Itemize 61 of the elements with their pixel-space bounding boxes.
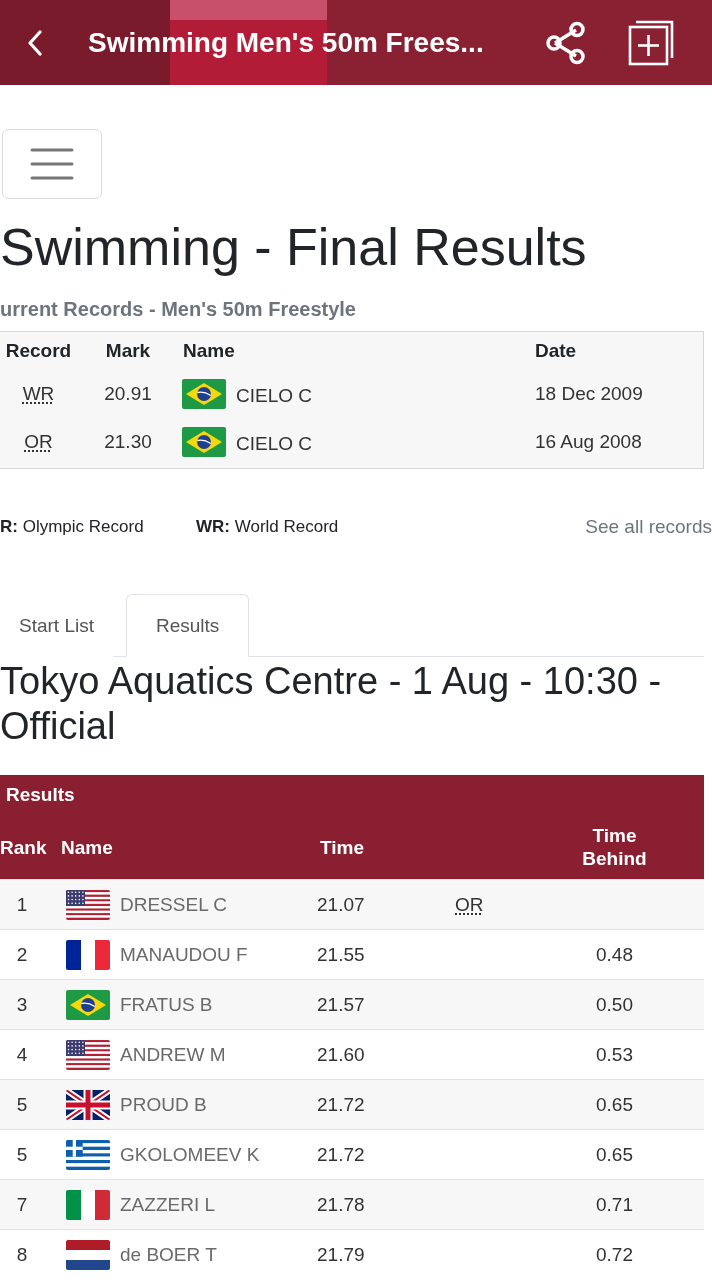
record-abbreviation: OR xyxy=(455,893,484,916)
rank-cell-text: 4 xyxy=(15,1043,29,1066)
column-header: Name xyxy=(182,340,236,362)
see-all-records-link[interactable]: See all records xyxy=(585,516,712,538)
record-abbreviation: WR xyxy=(22,383,55,405)
time-behind-cell-text: 0.50 xyxy=(595,993,634,1016)
time-behind-cell-text: 0.48 xyxy=(595,943,634,966)
time-cell-text: 21.72 xyxy=(316,1143,366,1166)
record-mark: 21.30 xyxy=(103,431,153,453)
menu-button[interactable] xyxy=(2,129,102,199)
athlete-name: GKOLOMEEV K xyxy=(120,1143,260,1166)
athlete-name: ZAZZERI L xyxy=(120,1193,215,1216)
column-header: Date xyxy=(534,340,578,362)
time-cell-text: 21.57 xyxy=(316,993,366,1016)
athlete-name: DRESSEL C xyxy=(120,893,227,916)
column-header: Time xyxy=(319,835,365,859)
header-title: Swimming Men's 50m Frees... xyxy=(88,26,485,59)
legend-text: R: Olympic Record xyxy=(0,517,145,537)
rank-cell-text: 2 xyxy=(15,943,29,966)
record-date: 18 Dec 2009 xyxy=(534,383,644,405)
time-cell-text: 21.72 xyxy=(316,1093,366,1116)
time-cell-text: 21.79 xyxy=(316,1243,366,1266)
time-behind-cell-text: 0.65 xyxy=(595,1093,634,1116)
copy-plus-icon xyxy=(628,19,674,66)
results-title: Results xyxy=(5,783,76,807)
athlete-name: CIELO C xyxy=(236,432,313,455)
page-title: Swimming - Final Results xyxy=(0,217,588,277)
records-title: urrent Records - Men's 50m Freestyle xyxy=(0,297,357,321)
rank-cell-text: 1 xyxy=(15,893,29,916)
athlete-name: PROUD B xyxy=(120,1093,207,1116)
rank-cell-text: 7 xyxy=(15,1193,29,1216)
chevron-left-icon xyxy=(27,29,42,56)
athlete-name: MANAUDOU F xyxy=(120,943,248,966)
menu-icon xyxy=(30,148,74,180)
athlete-name: de BOER T xyxy=(120,1243,217,1266)
athlete-name: ANDREW M xyxy=(120,1043,226,1066)
time-cell-text: 21.78 xyxy=(316,1193,366,1216)
record-date: 16 Aug 2008 xyxy=(534,431,643,453)
column-header: Name xyxy=(60,835,114,859)
rank-cell-text: 5 xyxy=(15,1093,29,1116)
time-behind-cell-text: 0.72 xyxy=(595,1243,634,1266)
rank-cell-text: 3 xyxy=(15,993,29,1016)
rank-cell-text: 5 xyxy=(15,1143,29,1166)
share-icon xyxy=(546,20,586,65)
athlete-name: CIELO C xyxy=(236,384,313,407)
time-behind-cell-text: 0.53 xyxy=(595,1043,634,1066)
record-abbreviation: OR xyxy=(24,431,53,453)
column-header: Mark xyxy=(104,340,152,362)
column-header: Record xyxy=(4,340,73,362)
time-behind-cell-text: 0.71 xyxy=(595,1193,634,1216)
record-mark: 20.91 xyxy=(103,383,153,405)
time-cell-text: 21.07 xyxy=(316,893,366,916)
time-cell-text: 21.55 xyxy=(316,943,366,966)
time-behind-cell-text: 0.65 xyxy=(595,1143,634,1166)
rank-cell-text: 8 xyxy=(15,1243,29,1266)
tab[interactable]: Results xyxy=(126,594,250,657)
legend-text: WR: World Record xyxy=(196,517,340,537)
time-cell-text: 21.60 xyxy=(316,1043,366,1066)
venue-heading: Tokyo Aquatics Centre - 1 Aug - 10:30 - Official xyxy=(0,659,663,749)
athlete-name: FRATUS B xyxy=(120,993,213,1016)
column-header: Time Behind xyxy=(581,824,648,870)
